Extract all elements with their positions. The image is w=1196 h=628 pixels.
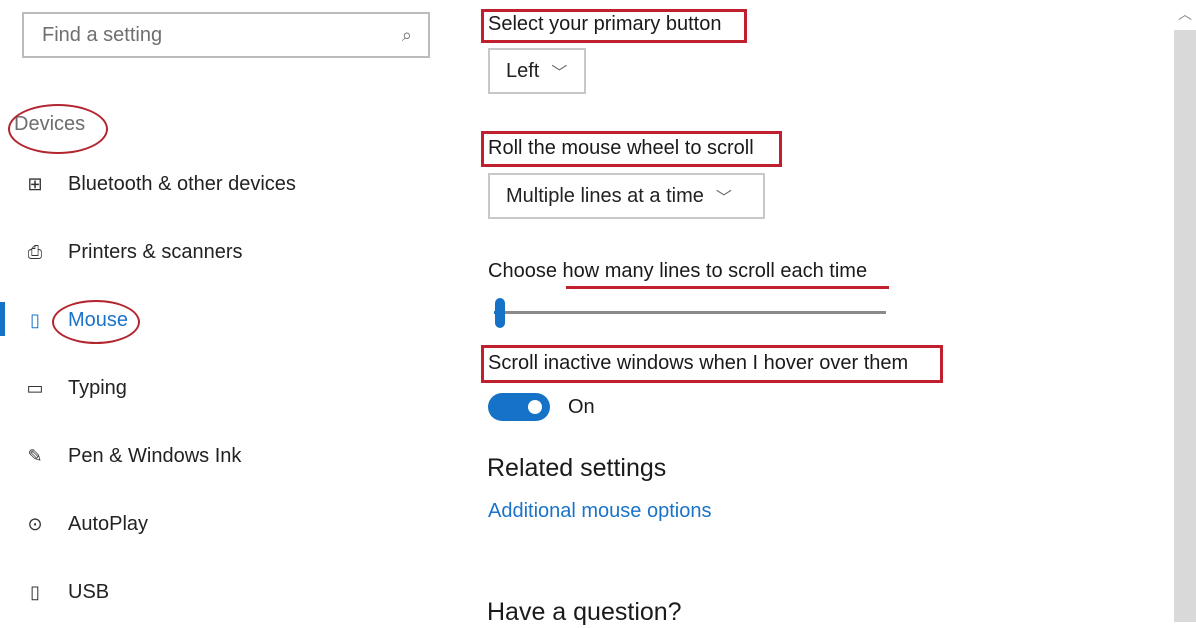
search-box[interactable]: ⌕ <box>22 12 430 58</box>
bluetooth-devices-icon: ⊞ <box>27 173 43 194</box>
sidebar-item-bluetooth[interactable]: ⊞ Bluetooth & other devices <box>22 164 296 204</box>
annotation-circle-mouse <box>52 300 140 344</box>
sidebar-item-label: Typing <box>68 376 127 399</box>
search-icon[interactable]: ⌕ <box>402 25 412 46</box>
slider-thumb[interactable] <box>495 298 505 328</box>
autoplay-icon: ⊙ <box>27 513 43 534</box>
sidebar-item-label: Bluetooth & other devices <box>68 172 296 195</box>
scrollbar[interactable] <box>1174 30 1196 622</box>
wheel-scroll-dropdown[interactable]: Multiple lines at a time ﹀ <box>488 173 765 219</box>
sidebar-item-label: Pen & Windows Ink <box>68 444 242 467</box>
usb-icon: ▯ <box>30 581 40 602</box>
chevron-down-icon: ﹀ <box>551 65 568 82</box>
have-a-question-heading: Have a question? <box>487 598 682 626</box>
primary-button-value: Left <box>506 59 540 82</box>
sidebar-item-typing[interactable]: ▭ Typing <box>22 368 127 408</box>
toggle-state-label: On <box>568 396 595 418</box>
related-settings-heading: Related settings <box>487 454 667 482</box>
lines-slider-label: Choose how many lines to scroll each tim… <box>488 260 868 282</box>
sidebar-item-label: Printers & scanners <box>68 240 243 263</box>
annotation-circle-devices <box>8 104 108 154</box>
active-indicator <box>0 302 5 336</box>
primary-button-label: Select your primary button <box>488 13 722 35</box>
sidebar-item-autoplay[interactable]: ⊙ AutoPlay <box>22 504 148 544</box>
wheel-scroll-value: Multiple lines at a time <box>506 184 704 207</box>
mouse-icon: ▯ <box>30 309 40 330</box>
search-input[interactable] <box>40 22 402 48</box>
primary-button-dropdown[interactable]: Left ﹀ <box>488 48 586 94</box>
additional-mouse-options-link[interactable]: Additional mouse options <box>488 500 711 523</box>
annotation-underline <box>566 286 889 289</box>
printer-icon: ⎙ <box>27 241 43 262</box>
sidebar-item-usb[interactable]: ▯ USB <box>22 572 109 612</box>
sidebar-item-printers[interactable]: ⎙ Printers & scanners <box>22 232 243 272</box>
toggle-knob <box>528 400 542 414</box>
sidebar-item-label: USB <box>68 580 110 603</box>
wheel-scroll-label: Roll the mouse wheel to scroll <box>488 137 754 159</box>
inactive-scroll-toggle[interactable] <box>488 393 550 421</box>
keyboard-icon: ▭ <box>26 377 44 398</box>
chevron-down-icon: ﹀ <box>715 190 732 207</box>
scroll-up-icon[interactable]: ︿ <box>1176 4 1194 24</box>
inactive-scroll-label: Scroll inactive windows when I hover ove… <box>488 352 909 374</box>
sidebar-item-label: AutoPlay <box>68 512 149 535</box>
pen-icon: ✎ <box>27 445 43 466</box>
slider-track[interactable] <box>494 311 886 314</box>
sidebar-item-pen[interactable]: ✎ Pen & Windows Ink <box>22 436 241 476</box>
